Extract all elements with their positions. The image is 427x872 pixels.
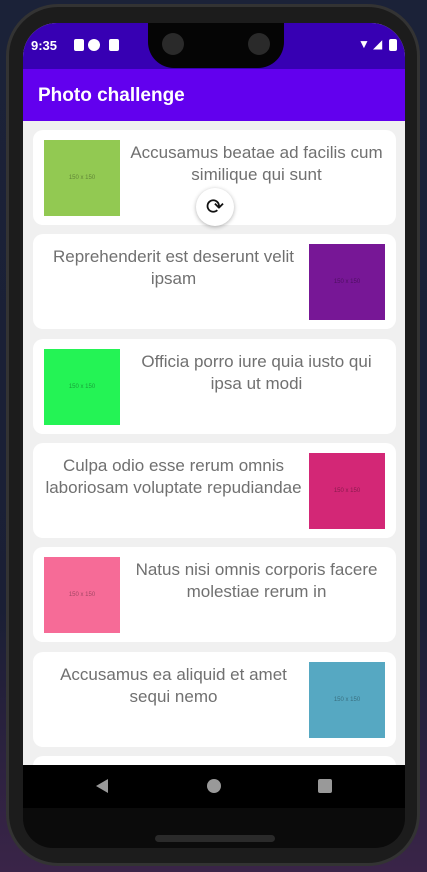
- app-title: Photo challenge: [38, 85, 185, 106]
- photo-title: Culpa odio esse rerum omnis laboriosam v…: [45, 455, 302, 497]
- app-bar: Photo challenge: [23, 69, 405, 121]
- refresh-button[interactable]: ⟳: [196, 188, 234, 226]
- list-item[interactable]: 150 x 150 Accusamus ea aliquid et amet se…: [33, 651, 396, 747]
- image-label: 150 x 150: [333, 279, 361, 286]
- photo-thumbnail: 150 x 150: [44, 348, 120, 425]
- screen: 9:35 ▼ ◢ Photo challenge 150 x 150 Accusa…: [23, 23, 405, 808]
- photo-title: Reprehenderit est deserunt velit ipsam: [53, 247, 294, 289]
- image-label: 150 x 150: [333, 487, 361, 494]
- list-item[interactable]: 150 x 150 Officia porro iure quia iusto q…: [33, 338, 396, 434]
- status-bar: 9:35 ▼ ◢: [23, 23, 405, 69]
- image-label: 150 x 150: [68, 383, 96, 390]
- p-icon: [88, 39, 100, 51]
- wifi-icon: ▼: [358, 37, 370, 51]
- battery-icon: [389, 39, 397, 51]
- photo-title: Natus nisi omnis corporis facere molesti…: [135, 560, 378, 602]
- photo-thumbnail: 150 x 150: [309, 244, 385, 321]
- refresh-icon: ⟳: [205, 194, 225, 219]
- back-icon[interactable]: [96, 779, 108, 793]
- photo-thumbnail: 150 x 150: [44, 140, 120, 216]
- image-label: 150 x 150: [68, 175, 96, 181]
- photo-thumbnail: 150 x 150: [309, 452, 385, 529]
- list-item[interactable]: 150 x 150 Natus nisi omnis corporis facer…: [33, 547, 396, 643]
- signal-icon: ◢: [373, 37, 383, 51]
- photo-title: Accusamus ea aliquid et amet sequi nemo: [60, 664, 287, 706]
- list-item[interactable]: 150 x 150 Culpa odio esse rerum omnis lab…: [33, 442, 396, 538]
- speaker-grille: [155, 835, 275, 842]
- phone-chin: [23, 808, 405, 848]
- photo-thumbnail: 150 x 150: [44, 557, 120, 634]
- sd-card-icon: [109, 39, 119, 51]
- navigation-bar: [23, 765, 405, 808]
- photo-thumbnail: 150 x 150: [309, 661, 385, 738]
- status-time: 9:35: [31, 38, 58, 53]
- a-icon: [74, 39, 84, 51]
- photo-title: Accusamus beatae ad facilis cum similiqu…: [130, 143, 383, 184]
- image-label: 150 x 150: [68, 592, 96, 599]
- photo-title: Officia porro iure quia iusto qui ipsa u…: [141, 351, 372, 393]
- list-item[interactable]: 150 x 150 Reprehenderit est deserunt veli…: [33, 234, 396, 330]
- image-label: 150 x 150: [333, 696, 361, 703]
- recents-icon[interactable]: [318, 779, 332, 793]
- camera-notch: [148, 23, 284, 68]
- home-icon[interactable]: [207, 779, 221, 793]
